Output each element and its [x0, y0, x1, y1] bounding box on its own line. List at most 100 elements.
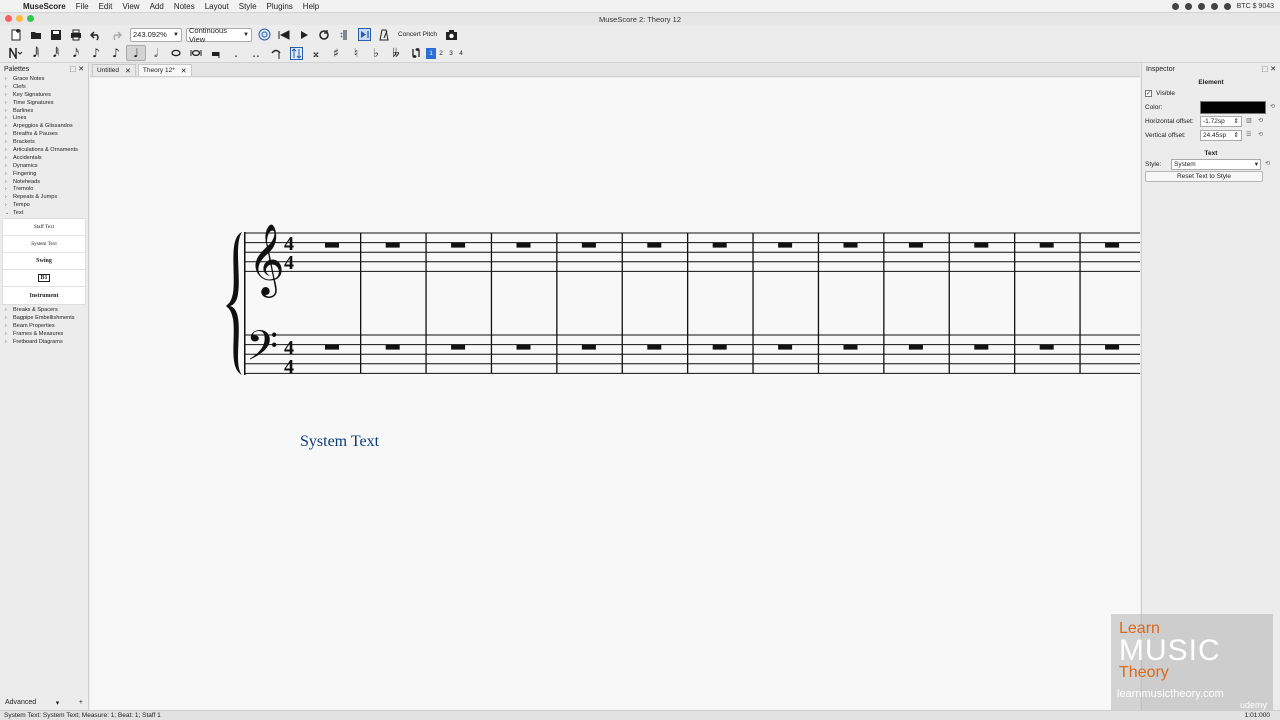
tie-button[interactable] — [266, 45, 286, 61]
double-flat-button[interactable]: 𝄫 — [386, 45, 406, 61]
palette-frames[interactable]: › Frames & Measures — [0, 330, 88, 338]
augmentation-dot-button[interactable]: . — [226, 45, 246, 61]
palette-brackets[interactable]: › Brackets — [0, 138, 88, 146]
undo-button[interactable] — [86, 27, 106, 43]
reset-icon[interactable]: ⟲ — [1258, 131, 1266, 139]
duration-64th-button[interactable]: 𝅘𝅥𝅲 — [26, 45, 46, 61]
palette-dynamics[interactable]: › Dynamics — [0, 162, 88, 170]
duration-eighth-button[interactable]: ♪ — [86, 45, 106, 61]
repeat-playback-button[interactable] — [334, 27, 354, 43]
menu-layout[interactable]: Layout — [200, 2, 234, 11]
close-icon[interactable]: ✕ — [125, 67, 131, 75]
duration-breve-button[interactable] — [186, 45, 206, 61]
palette-repeats[interactable]: › Repeats & Jumps — [0, 193, 88, 201]
voice-1-button[interactable]: 1 — [426, 47, 436, 59]
color-swatch[interactable] — [1200, 100, 1266, 114]
midi-input-button[interactable] — [254, 27, 274, 43]
double-dot-button[interactable]: .. — [246, 45, 266, 61]
palette-text[interactable]: ⌄ Text — [0, 209, 88, 217]
menu-help[interactable]: Help — [298, 2, 324, 11]
float-icon[interactable]: ⬚ — [70, 66, 77, 73]
play-button[interactable] — [294, 27, 314, 43]
score-canvas[interactable]: 𝄞 𝄢 4 4 4 4 System Text — [90, 78, 1140, 710]
tab-theory-12[interactable]: Theory 12* ✕ — [137, 64, 192, 76]
swing-cell[interactable]: Swing — [3, 253, 85, 271]
palette-fretboard[interactable]: › Fretboard Diagrams — [0, 338, 88, 346]
spinner-arrows-icon[interactable]: ⇕ — [1234, 131, 1239, 139]
close-icon[interactable]: ✕ — [1270, 66, 1276, 73]
spinner-arrows-icon[interactable]: ⇕ — [1234, 117, 1239, 125]
add-workspace-icon[interactable]: + — [79, 699, 83, 706]
sharp-button[interactable]: ♯ — [326, 45, 346, 61]
workspace-select[interactable]: Advanced ▾ + — [2, 697, 86, 708]
palette-bagpipe[interactable]: › Bagpipe Embellishments — [0, 314, 88, 322]
menu-file[interactable]: File — [71, 2, 94, 11]
palette-accidentals[interactable]: › Accidentals — [0, 154, 88, 162]
palette-time-signatures[interactable]: › Time Signatures — [0, 99, 88, 107]
text-style-select[interactable]: System ▾ — [1171, 158, 1261, 170]
double-sharp-button[interactable]: 𝄪 — [306, 45, 326, 61]
menu-add[interactable]: Add — [145, 2, 169, 11]
btc-price[interactable]: BTC $ 9043 — [1237, 3, 1274, 10]
status-icon[interactable] — [1223, 2, 1231, 10]
h-offset-spinbox[interactable]: -1.72sp ⇕ — [1200, 115, 1242, 127]
concert-pitch-button[interactable]: Concert Pitch — [394, 31, 441, 38]
snap-grid-icon[interactable]: ☰ — [1246, 131, 1254, 139]
close-icon[interactable]: ✕ — [78, 66, 84, 73]
palette-articulations[interactable]: › Articulations & Ornaments — [0, 146, 88, 154]
palette-arpeggios[interactable]: › Arpeggios & Glissandos — [0, 122, 88, 130]
staff-text-cell[interactable]: Staff Text — [3, 219, 85, 237]
reset-icon[interactable]: ⟲ — [1265, 160, 1273, 168]
duration-16th-button[interactable]: 𝅘𝅥𝅯 — [66, 45, 86, 61]
float-icon[interactable]: ⬚ — [1262, 66, 1269, 73]
tab-untitled[interactable]: Untitled ✕ — [92, 64, 136, 76]
palette-tremolo[interactable]: › Tremolo — [0, 185, 88, 193]
minimize-window-button[interactable] — [16, 15, 23, 22]
metronome-button[interactable] — [374, 27, 394, 43]
menu-view[interactable]: View — [117, 2, 144, 11]
pan-score-button[interactable] — [354, 27, 374, 43]
palette-breaths[interactable]: › Breaths & Pauses — [0, 130, 88, 138]
zoom-select[interactable]: 243.092% ▼ — [130, 27, 182, 42]
natural-button[interactable]: ♮ — [346, 45, 366, 61]
close-window-button[interactable] — [5, 15, 12, 22]
menu-style[interactable]: Style — [234, 2, 262, 11]
palette-clefs[interactable]: › Clefs — [0, 83, 88, 91]
loop-button[interactable] — [314, 27, 334, 43]
palette-noteheads[interactable]: › Noteheads — [0, 178, 88, 186]
status-icon[interactable] — [1184, 2, 1192, 10]
view-mode-select[interactable]: Continuous View ▼ — [186, 26, 252, 44]
palette-lines[interactable]: › Lines — [0, 114, 88, 122]
menu-notes[interactable]: Notes — [169, 2, 200, 11]
instrument-change-cell[interactable]: Instrument — [3, 287, 85, 304]
duration-longa-button[interactable] — [206, 45, 226, 61]
new-score-button[interactable] — [6, 27, 26, 43]
print-button[interactable] — [66, 27, 86, 43]
image-capture-button[interactable] — [441, 27, 461, 43]
system-text-element[interactable]: System Text — [300, 433, 379, 451]
status-icon[interactable] — [1171, 2, 1179, 10]
flip-direction-button[interactable] — [286, 45, 306, 61]
duration-half-button[interactable]: 𝅗𝅥 — [146, 45, 166, 61]
palette-fingering[interactable]: › Fingering — [0, 170, 88, 178]
voice-3-button[interactable]: 3 — [446, 48, 456, 59]
palette-tempo[interactable]: › Tempo — [0, 201, 88, 209]
rewind-button[interactable] — [274, 27, 294, 43]
rehearsal-mark-cell[interactable]: B1 — [3, 270, 85, 288]
palette-barlines[interactable]: › Barlines — [0, 107, 88, 115]
save-button[interactable] — [46, 27, 66, 43]
snap-grid-icon[interactable]: ▥ — [1246, 117, 1254, 125]
palette-key-signatures[interactable]: › Key Signatures — [0, 91, 88, 99]
system-text-cell[interactable]: System Text — [3, 236, 85, 254]
reset-icon[interactable]: ⟲ — [1270, 103, 1278, 111]
flat-button[interactable]: ♭ — [366, 45, 386, 61]
visible-checkbox[interactable]: ✓ — [1145, 89, 1152, 97]
v-offset-spinbox[interactable]: 24.45sp ⇕ — [1200, 129, 1242, 141]
flip-stem-button[interactable] — [406, 45, 426, 61]
menu-edit[interactable]: Edit — [94, 2, 118, 11]
voice-2-button[interactable]: 2 — [436, 48, 446, 59]
duration-32nd-button[interactable]: 𝅘𝅥𝅱 — [46, 45, 66, 61]
redo-button[interactable] — [106, 27, 126, 43]
duration-whole-button[interactable] — [166, 45, 186, 61]
duration-quarter-button[interactable]: ♩ — [126, 45, 146, 61]
